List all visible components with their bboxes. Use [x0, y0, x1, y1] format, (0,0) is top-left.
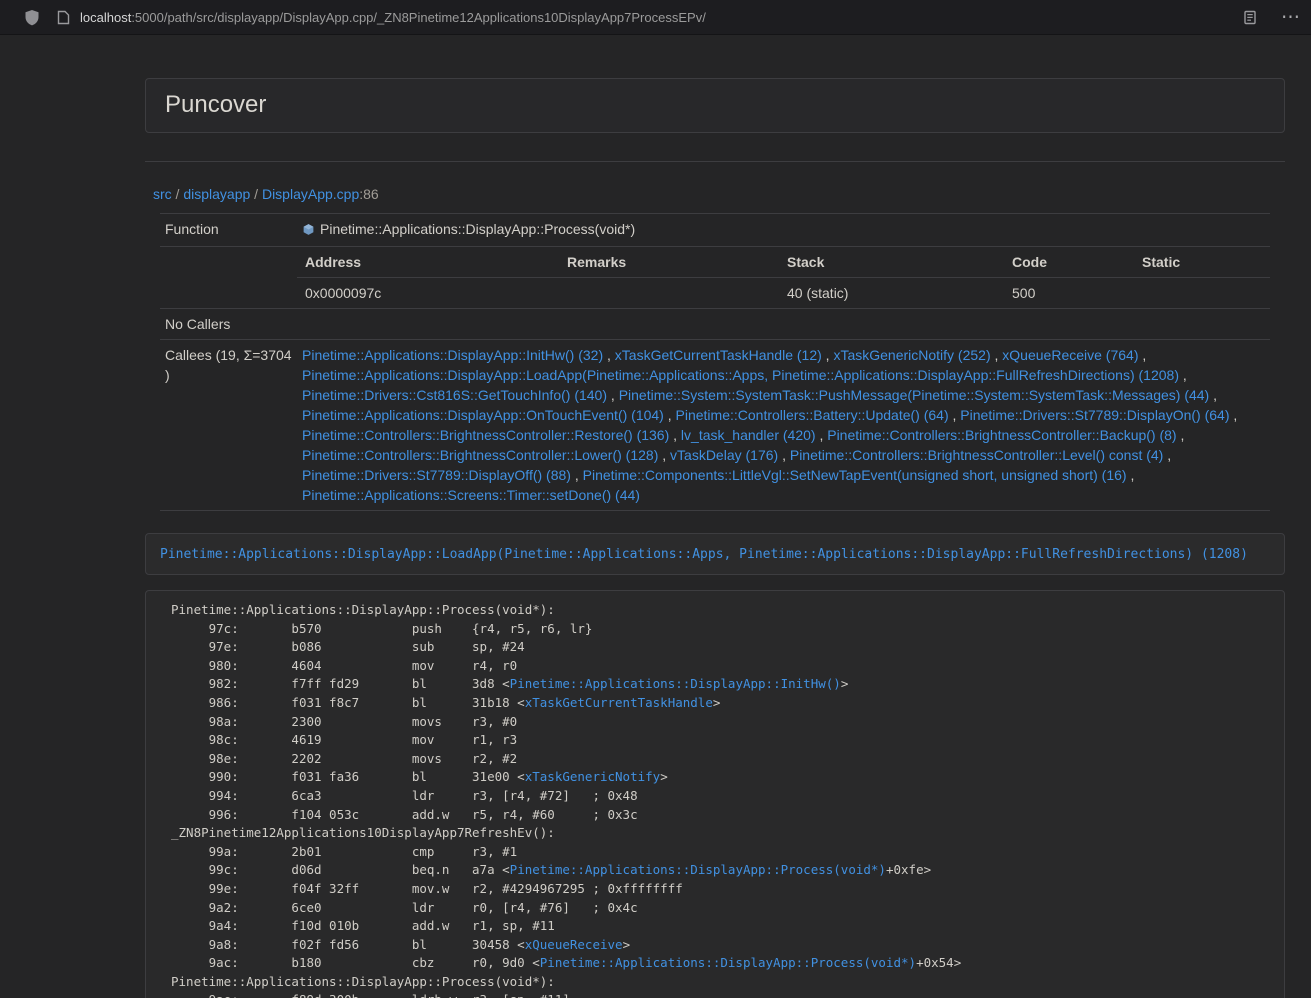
disassembly: Pinetime::Applications::DisplayApp::Proc…	[145, 590, 1285, 998]
callee-link[interactable]: Pinetime::Controllers::BrightnessControl…	[302, 427, 669, 443]
details-cell: Address Remarks Stack Code Static 0x0000…	[297, 247, 1270, 309]
shield-icon[interactable]	[24, 9, 40, 26]
function-row: Function Pinetime::Applications::Display…	[160, 214, 1270, 247]
callee-link[interactable]: Pinetime::Applications::DisplayApp::Init…	[302, 347, 603, 363]
col-header-stack: Stack	[779, 247, 1004, 278]
function-cell: Pinetime::Applications::DisplayApp::Proc…	[297, 214, 1270, 247]
no-callers-label: No Callers	[160, 309, 297, 340]
callee-link[interactable]: vTaskDelay (176)	[670, 447, 778, 463]
callee-link[interactable]: xTaskGenericNotify (252)	[833, 347, 990, 363]
col-header-code: Code	[1004, 247, 1134, 278]
asm-symbol-link[interactable]: xQueueReceive	[525, 937, 623, 952]
callee-panel: Pinetime::Applications::DisplayApp::Load…	[145, 533, 1285, 575]
breadcrumb-line-number: :86	[359, 186, 378, 202]
breadcrumb-link[interactable]: DisplayApp.cpp	[262, 186, 359, 202]
callee-link[interactable]: Pinetime::Applications::DisplayApp::Load…	[302, 367, 1179, 383]
details-value-row: 0x0000097c 40 (static) 500	[297, 278, 1270, 309]
callee-link[interactable]: xQueueReceive (764)	[1002, 347, 1138, 363]
stack-value: 40 (static)	[779, 278, 1004, 309]
callees-list: Pinetime::Applications::DisplayApp::Init…	[297, 340, 1270, 511]
callee-panel-link[interactable]: Pinetime::Applications::DisplayApp::Load…	[160, 547, 1248, 562]
callee-link[interactable]: Pinetime::Applications::DisplayApp::OnTo…	[302, 407, 664, 423]
breadcrumb-link[interactable]: displayapp	[183, 186, 250, 202]
details-header-row: Address Remarks Stack Code Static	[297, 247, 1270, 278]
asm-symbol-link[interactable]: xTaskGetCurrentTaskHandle	[525, 695, 713, 710]
url-path: :5000/path/src/displayapp/DisplayApp.cpp…	[131, 10, 706, 25]
callees-row: Callees (19, Σ=3704 ) Pinetime::Applicat…	[160, 340, 1270, 511]
page-icon	[57, 10, 70, 25]
callee-link[interactable]: Pinetime::System::SystemTask::PushMessag…	[619, 387, 1210, 403]
col-header-address: Address	[297, 247, 559, 278]
symbol-table: Function Pinetime::Applications::Display…	[160, 213, 1270, 511]
browser-chrome: localhost:5000/path/src/displayapp/Displ…	[0, 0, 1311, 35]
callee-link[interactable]: Pinetime::Drivers::St7789::DisplayOff() …	[302, 467, 571, 483]
breadcrumb-separator: /	[172, 186, 184, 202]
asm-symbol-link[interactable]: xTaskGenericNotify	[525, 769, 660, 784]
callee-link[interactable]: xTaskGetCurrentTaskHandle (12)	[615, 347, 822, 363]
callees-label: Callees (19, Σ=3704 )	[160, 340, 297, 511]
callee-link[interactable]: Pinetime::Components::LittleVgl::SetNewT…	[583, 467, 1127, 483]
main-content: Puncover src / displayapp / DisplayApp.c…	[145, 78, 1285, 998]
asm-symbol-link[interactable]: Pinetime::Applications::DisplayApp::Proc…	[540, 955, 916, 970]
static-value	[1134, 278, 1270, 309]
callee-link[interactable]: Pinetime::Applications::Screens::Timer::…	[302, 487, 640, 503]
callee-link[interactable]: Pinetime::Controllers::BrightnessControl…	[790, 447, 1163, 463]
asm-symbol-link[interactable]: Pinetime::Applications::DisplayApp::Init…	[510, 676, 841, 691]
function-icon	[302, 221, 315, 241]
callee-link[interactable]: Pinetime::Controllers::Battery::Update()…	[676, 407, 949, 423]
no-callers-cell	[297, 309, 1270, 340]
function-name: Pinetime::Applications::DisplayApp::Proc…	[320, 221, 635, 237]
url-bar[interactable]: localhost:5000/path/src/displayapp/Displ…	[80, 10, 706, 25]
details-table: Address Remarks Stack Code Static 0x0000…	[297, 247, 1270, 308]
code-value: 500	[1004, 278, 1134, 309]
details-row: Address Remarks Stack Code Static 0x0000…	[160, 247, 1270, 309]
url-host: localhost	[80, 10, 131, 25]
function-label: Function	[160, 214, 297, 247]
callee-link[interactable]: lv_task_handler (420)	[681, 427, 816, 443]
callee-link[interactable]: Pinetime::Drivers::Cst816S::GetTouchInfo…	[302, 387, 607, 403]
breadcrumb-separator: /	[250, 186, 262, 202]
callee-link[interactable]: Pinetime::Controllers::BrightnessControl…	[827, 427, 1176, 443]
callee-link[interactable]: Pinetime::Controllers::BrightnessControl…	[302, 447, 658, 463]
page-title: Puncover	[165, 91, 1265, 119]
details-row-spacer	[160, 247, 297, 309]
col-header-static: Static	[1134, 247, 1270, 278]
breadcrumb-link[interactable]: src	[153, 186, 172, 202]
reader-mode-icon[interactable]	[1243, 10, 1257, 25]
asm-symbol-link[interactable]: Pinetime::Applications::DisplayApp::Proc…	[510, 862, 886, 877]
callee-link[interactable]: Pinetime::Drivers::St7789::DisplayOn() (…	[960, 407, 1229, 423]
col-header-remarks: Remarks	[559, 247, 779, 278]
address-value: 0x0000097c	[297, 278, 559, 309]
browser-menu-icon[interactable]: ⋯	[1281, 8, 1300, 27]
breadcrumb: src / displayapp / DisplayApp.cpp:86	[145, 184, 1285, 204]
app-header: Puncover	[145, 78, 1285, 133]
remarks-value	[559, 278, 779, 309]
divider	[145, 161, 1285, 162]
no-callers-row: No Callers	[160, 309, 1270, 340]
